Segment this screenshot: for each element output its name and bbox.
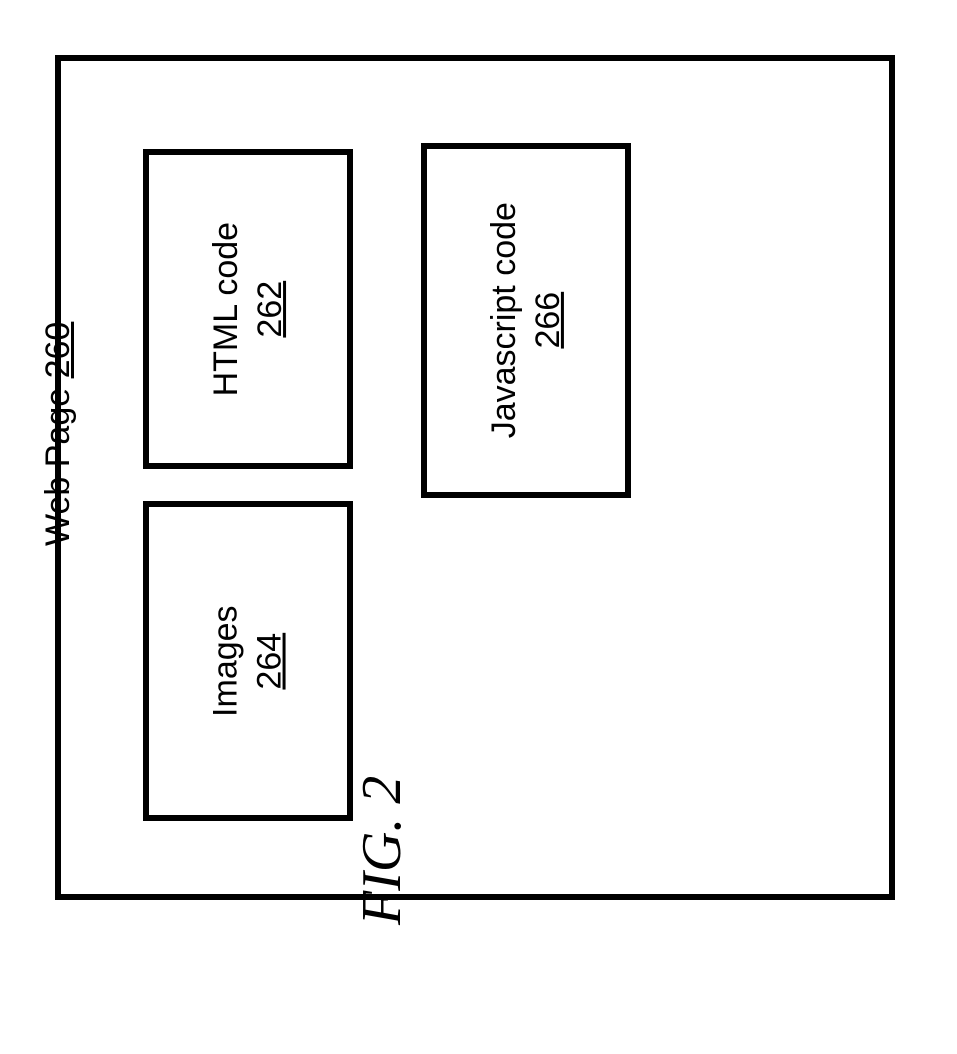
web-page-number: 260 <box>39 322 77 379</box>
web-page-label: Web Page <box>39 388 77 546</box>
web-page-header: Web Page 260 <box>39 322 78 546</box>
html-code-number: 262 <box>251 281 289 338</box>
images-label-wrap: Images 264 <box>204 605 292 717</box>
js-label: Javascript code <box>485 202 523 438</box>
figure-caption: FIG. 2 <box>350 776 414 925</box>
html-code-label-wrap: HTML code 262 <box>204 222 292 396</box>
html-code-label: HTML code <box>207 222 245 396</box>
html-code-box: HTML code 262 <box>143 149 353 469</box>
web-page-container: Web Page 260 HTML code 262 Images 264 Ja… <box>55 55 895 900</box>
images-number: 264 <box>251 633 289 690</box>
javascript-code-box: Javascript code 266 <box>421 143 631 498</box>
images-label: Images <box>207 605 245 717</box>
js-number: 266 <box>529 292 567 349</box>
js-label-wrap: Javascript code 266 <box>482 202 570 438</box>
images-box: Images 264 <box>143 501 353 821</box>
